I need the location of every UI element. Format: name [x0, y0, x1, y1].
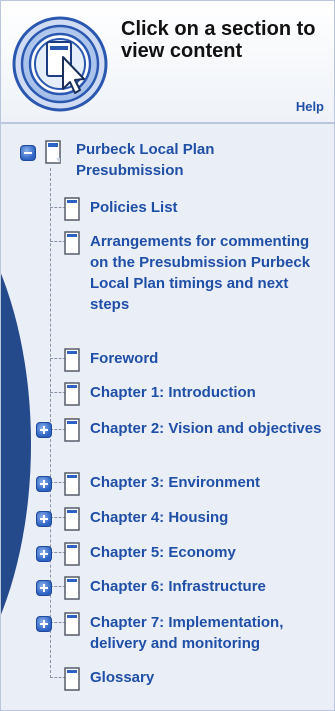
- tree-item-label: Chapter 1: Introduction: [90, 384, 256, 401]
- tree-item-chapter-5[interactable]: Chapter 5: Economy: [1, 539, 334, 567]
- tree-item-chapter-2[interactable]: Chapter 2: Vision and objectives: [1, 415, 334, 461]
- tree-item-chapter-3[interactable]: Chapter 3: Environment: [1, 469, 334, 497]
- document-icon: [64, 576, 80, 600]
- document-icon: [64, 542, 80, 566]
- document-icon: [64, 197, 80, 221]
- tree-item-label: Chapter 2: Vision and objectives: [90, 420, 322, 437]
- expand-icon[interactable]: [36, 476, 52, 492]
- tree-item-label: Foreword: [90, 350, 159, 367]
- expand-icon[interactable]: [36, 616, 52, 632]
- instruction-text: Click on a section to view content: [121, 18, 316, 62]
- section-tree: Purbeck Local Plan Presubmission Policie…: [1, 124, 334, 710]
- expand-icon[interactable]: [36, 511, 52, 527]
- document-icon: [64, 507, 80, 531]
- tree-item-label: Chapter 4: Housing: [90, 509, 229, 526]
- panel-header: Click on a section to view content Help: [1, 1, 334, 124]
- collapse-icon[interactable]: [20, 145, 36, 161]
- tree-item-chapter-4[interactable]: Chapter 4: Housing: [1, 504, 334, 532]
- expand-icon[interactable]: [36, 580, 52, 596]
- tree-item-arrangements-for-commenting[interactable]: Arrangements for commenting on the Presu…: [1, 228, 334, 336]
- tree-item-glossary[interactable]: Glossary: [1, 664, 334, 692]
- tree-item-policies-list[interactable]: Policies List: [1, 194, 334, 222]
- document-icon: [64, 348, 80, 372]
- tree-root-label: Purbeck Local Plan Presubmission: [76, 141, 215, 179]
- tree-item-label: Glossary: [90, 669, 155, 686]
- document-icon: [45, 140, 61, 164]
- document-icon: [64, 418, 80, 442]
- help-link[interactable]: Help: [296, 99, 324, 114]
- tree-item-label: Arrangements for commenting on the Presu…: [90, 233, 311, 313]
- tree-item-foreword[interactable]: Foreword: [1, 345, 334, 373]
- document-icon: [64, 612, 80, 636]
- tree-item-label: Chapter 5: Economy: [90, 544, 236, 561]
- tree-item-label: Chapter 3: Environment: [90, 474, 261, 491]
- tree-item-label: Chapter 7: Implementation, delivery and …: [90, 614, 284, 652]
- document-icon: [64, 667, 80, 691]
- tree-item-chapter-7[interactable]: Chapter 7: Implementation, delivery and …: [1, 609, 334, 655]
- expand-icon[interactable]: [36, 422, 52, 438]
- tree-item-label: Policies List: [90, 199, 178, 216]
- tree-item-chapter-6[interactable]: Chapter 6: Infrastructure: [1, 573, 334, 601]
- expand-icon[interactable]: [36, 546, 52, 562]
- navigation-panel: Click on a section to view content Help: [0, 0, 335, 711]
- cursor-on-screen-icon: [11, 15, 109, 113]
- tree-item-chapter-1[interactable]: Chapter 1: Introduction: [1, 379, 334, 407]
- tree-item-label: Chapter 6: Infrastructure: [90, 578, 266, 595]
- document-icon: [64, 231, 80, 255]
- document-icon: [64, 382, 80, 406]
- tree-root-purbeck-local-plan[interactable]: Purbeck Local Plan Presubmission: [1, 124, 334, 184]
- document-icon: [64, 472, 80, 496]
